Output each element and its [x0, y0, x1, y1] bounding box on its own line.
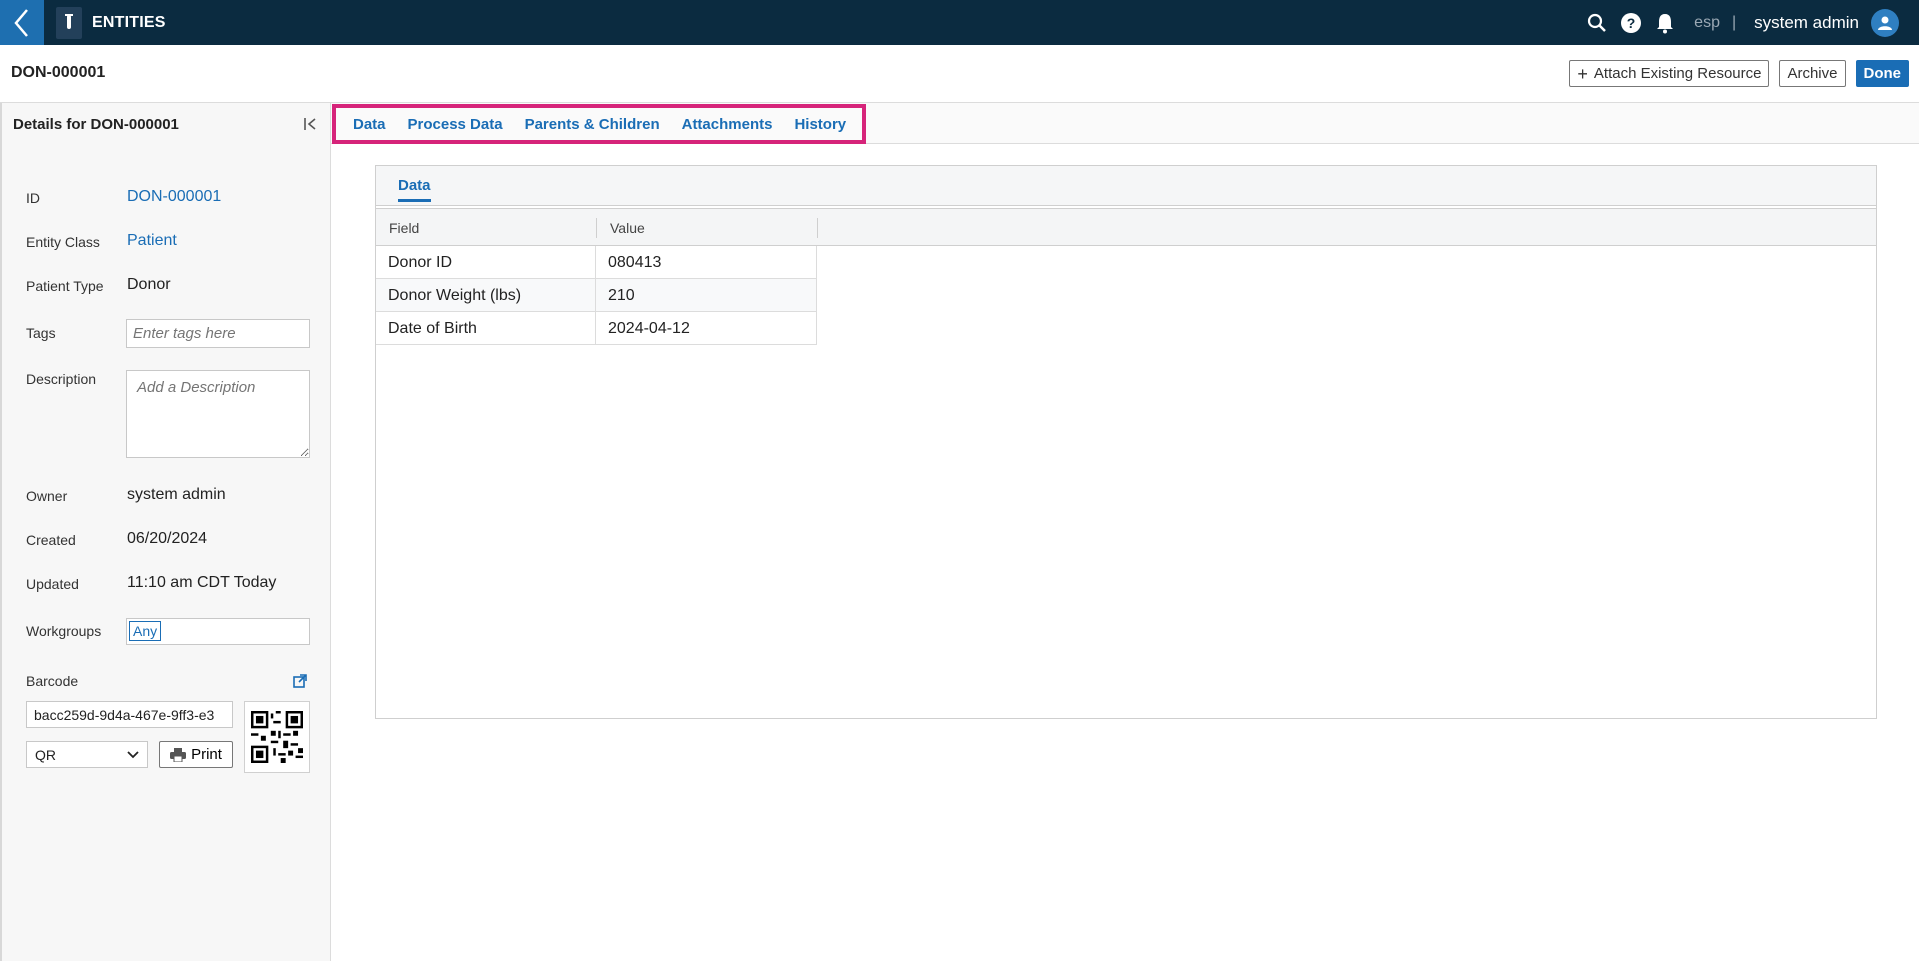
card-tab-data[interactable]: Data [398, 177, 431, 202]
attach-label: Attach Existing Resource [1593, 65, 1762, 82]
created-label: Created [26, 532, 76, 548]
owner-value: system admin [127, 486, 226, 503]
user-avatar-icon[interactable] [1871, 8, 1899, 37]
tab-bar: Data Process Data Parents & Children Att… [331, 103, 1919, 144]
svg-text:?: ? [1627, 15, 1636, 31]
tags-label: Tags [26, 325, 56, 341]
field-cell: Donor ID [376, 246, 596, 279]
value-cell[interactable]: 210 [596, 279, 817, 312]
environment-label: esp [1694, 13, 1720, 31]
owner-label: Owner [26, 488, 68, 504]
tab-history[interactable]: History [794, 116, 846, 133]
data-card: Data Field Value Donor ID 080413 Donor W… [375, 165, 1877, 719]
tabs-highlight-box: Data Process Data Parents & Children Att… [332, 104, 866, 144]
chevron-down-icon [127, 750, 139, 758]
created-value: 06/20/2024 [127, 530, 208, 547]
plus-icon: + [1577, 63, 1588, 84]
patient-type-value: Donor [127, 276, 171, 293]
description-input[interactable] [126, 370, 310, 458]
barcode-input[interactable]: bacc259d-9d4a-467e-9ff3-e3 [26, 701, 233, 728]
back-button[interactable] [0, 0, 44, 45]
column-separator[interactable] [817, 218, 818, 238]
card-tab-bar: Data [376, 166, 1876, 206]
top-navbar: ENTITIES ? esp | system admin [0, 0, 1919, 45]
user-name[interactable]: system admin [1754, 13, 1859, 33]
search-icon[interactable] [1586, 12, 1608, 34]
table-row[interactable]: Date of Birth 2024-04-12 [376, 312, 817, 345]
column-header-value[interactable]: Value [597, 209, 817, 247]
qr-code-icon [251, 711, 303, 763]
page-header: DON-000001 + Attach Existing Resource Ar… [0, 45, 1919, 103]
done-button[interactable]: Done [1855, 60, 1909, 87]
tab-parents-children[interactable]: Parents & Children [525, 116, 660, 133]
tab-attachments[interactable]: Attachments [682, 116, 773, 133]
main-content: Data Process Data Parents & Children Att… [331, 103, 1919, 961]
tab-process-data[interactable]: Process Data [408, 116, 503, 133]
field-cell: Date of Birth [376, 312, 596, 345]
entity-class-link[interactable]: Patient [127, 232, 177, 250]
updated-value: 11:10 am CDT Today [127, 574, 277, 591]
collapse-panel-icon[interactable] [302, 115, 320, 133]
table-row[interactable]: Donor ID 080413 [376, 246, 817, 279]
column-header-field[interactable]: Field [376, 209, 596, 247]
updated-label: Updated [26, 576, 79, 592]
table-row[interactable]: Donor Weight (lbs) 210 [376, 279, 817, 312]
tab-data[interactable]: Data [353, 116, 386, 133]
description-label: Description [26, 371, 97, 387]
workgroups-label: Workgroups [26, 623, 102, 639]
chevron-left-icon [14, 8, 28, 37]
details-panel: Details for DON-000001 ID DON-000001 Ent… [0, 103, 331, 961]
print-label: Print [191, 746, 222, 763]
external-link-icon[interactable] [292, 673, 308, 689]
tags-input[interactable] [126, 319, 310, 348]
entities-app-icon [56, 6, 82, 39]
workgroups-field[interactable]: Any [126, 618, 310, 645]
patient-type-label: Patient Type [26, 278, 104, 294]
archive-button[interactable]: Archive [1779, 60, 1846, 87]
barcode-type-select[interactable]: QR [26, 741, 148, 768]
details-title: Details for DON-000001 [13, 116, 179, 133]
value-cell[interactable]: 080413 [596, 246, 817, 279]
attach-existing-resource-button[interactable]: + Attach Existing Resource [1569, 60, 1770, 87]
entity-class-label: Entity Class [26, 234, 100, 250]
bell-icon[interactable] [1654, 12, 1676, 34]
printer-icon [170, 747, 187, 762]
field-cell: Donor Weight (lbs) [376, 279, 596, 312]
barcode-type-value: QR [35, 746, 56, 763]
barcode-value: bacc259d-9d4a-467e-9ff3-e3 [34, 706, 215, 723]
separator: | [1731, 13, 1737, 31]
workgroup-chip[interactable]: Any [129, 621, 162, 641]
id-value-link[interactable]: DON-000001 [127, 188, 221, 206]
help-icon[interactable]: ? [1620, 12, 1642, 34]
barcode-label: Barcode [26, 673, 79, 689]
app-title: ENTITIES [92, 13, 166, 31]
qr-code [244, 701, 310, 773]
grid-body: Donor ID 080413 Donor Weight (lbs) 210 D… [376, 246, 817, 345]
id-label: ID [26, 190, 40, 206]
print-button[interactable]: Print [159, 741, 233, 768]
grid-header: Field Value [376, 208, 1876, 246]
page-title: DON-000001 [11, 64, 106, 81]
value-cell[interactable]: 2024-04-12 [596, 312, 817, 345]
